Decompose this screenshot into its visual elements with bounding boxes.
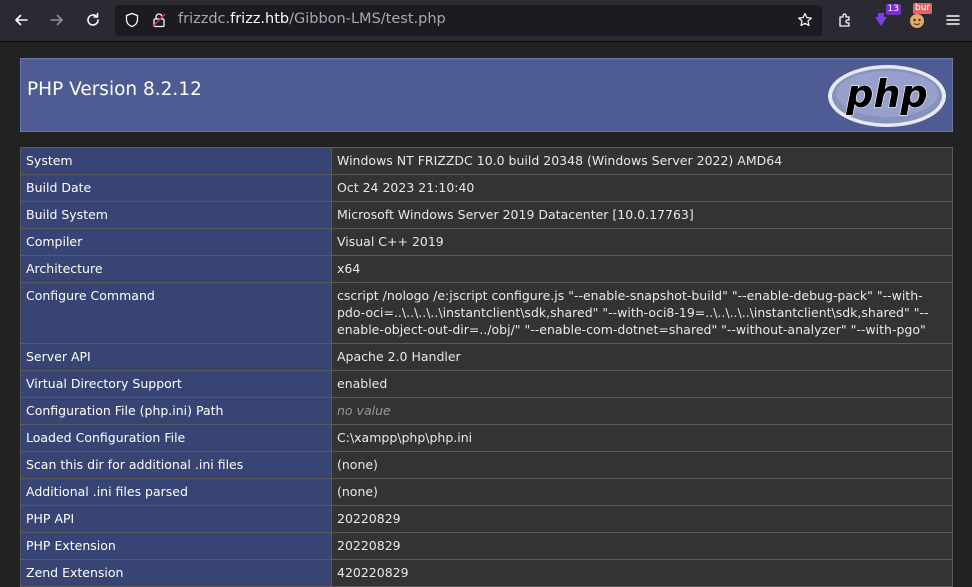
info-key: Additional .ini files parsed <box>20 478 332 506</box>
info-row: Virtual Directory Support enabled <box>20 370 953 398</box>
browser-toolbar: frizzdc.frizz.htb/Gibbon-LMS/test.php 13… <box>0 0 972 42</box>
info-value: Visual C++ 2019 <box>331 228 953 256</box>
info-value: enabled <box>331 370 953 398</box>
url-host-prefix: frizzdc. <box>178 11 231 27</box>
info-row: PHP Extension 20220829 <box>20 532 953 560</box>
info-key: Build System <box>20 201 332 229</box>
info-row: Scan this dir for additional .ini files(… <box>20 451 953 479</box>
shield-icon[interactable] <box>124 12 140 28</box>
forward-arrow-icon <box>50 14 63 26</box>
info-key: Server API <box>20 343 332 371</box>
info-key: Architecture <box>20 255 332 283</box>
info-key: Virtual Directory Support <box>20 370 332 398</box>
info-value: Microsoft Windows Server 2019 Datacenter… <box>331 201 953 229</box>
info-key: Zend Extension <box>20 559 332 587</box>
info-value: cscript /nologo /e:jscript configure.js … <box>331 282 953 344</box>
info-row: Additional .ini files parsed (none) <box>20 478 953 506</box>
url-host: frizz.htb <box>230 11 290 27</box>
extensions-button[interactable] <box>831 6 859 34</box>
forward-button[interactable] <box>43 6 71 34</box>
info-row: PHP API 20220829 <box>20 505 953 533</box>
info-row: Server API Apache 2.0 Handler <box>20 343 953 371</box>
php-version-title: PHP Version 8.2.12 <box>27 79 202 100</box>
extension-download-button[interactable]: 13 <box>867 4 901 34</box>
url-bar[interactable]: frizzdc.frizz.htb/Gibbon-LMS/test.php <box>115 5 822 36</box>
menu-button[interactable] <box>939 6 967 34</box>
info-row: System Windows NT FRIZZDC 10.0 build 2034… <box>20 147 953 175</box>
info-key: Compiler <box>20 228 332 256</box>
info-row: Loaded Configuration File C:\xampp\php\ph… <box>20 424 953 452</box>
php-version-header: PHP Version 8.2.12 php <box>20 58 953 132</box>
back-button[interactable] <box>7 6 35 34</box>
info-value: Apache 2.0 Handler <box>331 343 953 371</box>
hamburger-menu-icon <box>946 15 960 25</box>
reload-button[interactable] <box>79 6 107 34</box>
info-value: x64 <box>331 255 953 283</box>
burp-badge: bur <box>913 3 933 14</box>
info-row: Configuration File (php.ini) Path no valu… <box>20 397 953 425</box>
info-row: Compiler Visual C++ 2019 <box>20 228 953 256</box>
php-logo-text: php <box>845 72 927 116</box>
insecure-lock-icon[interactable] <box>151 12 167 28</box>
php-logo[interactable]: php <box>827 64 947 128</box>
bookmark-star-icon[interactable] <box>797 12 813 28</box>
puzzle-icon <box>839 13 850 27</box>
back-arrow-icon <box>15 14 28 26</box>
info-row: Architecture x64 <box>20 255 953 283</box>
info-key: Loaded Configuration File <box>20 424 332 452</box>
info-row: Build System Microsoft Windows Server 201… <box>20 201 953 229</box>
no-value-text: no value <box>337 403 391 418</box>
info-key: Configuration File (php.ini) Path <box>20 397 332 425</box>
info-key: PHP API <box>20 505 332 533</box>
info-value: no value <box>331 397 953 425</box>
info-key: Build Date <box>20 174 332 202</box>
info-key: PHP Extension <box>20 532 332 560</box>
info-value: (none) <box>331 451 953 479</box>
info-row: Build Date Oct 24 2023 21:10:40 <box>20 174 953 202</box>
info-row: Zend Extension 420220829 <box>20 559 953 587</box>
info-value: 20220829 <box>331 532 953 560</box>
info-key: Configure Command <box>20 282 332 344</box>
info-value: (none) <box>331 478 953 506</box>
info-value: 20220829 <box>331 505 953 533</box>
info-value: Oct 24 2023 21:10:40 <box>331 174 953 202</box>
info-value: Windows NT FRIZZDC 10.0 build 20348 (Win… <box>331 147 953 175</box>
extension-badge: 13 <box>885 4 901 15</box>
info-key: System <box>20 147 332 175</box>
info-key: Scan this dir for additional .ini files <box>20 451 332 479</box>
url-path: /Gibbon-LMS/test.php <box>289 11 446 27</box>
reload-icon <box>87 12 99 26</box>
info-row: Configure Command cscript /nologo /e:jscr… <box>20 282 953 344</box>
burp-extension-button[interactable]: bur <box>903 3 933 34</box>
php-info-table: System Windows NT FRIZZDC 10.0 build 2034… <box>20 147 953 587</box>
url-text[interactable]: frizzdc.frizz.htb/Gibbon-LMS/test.php <box>178 11 446 27</box>
info-value: C:\xampp\php\php.ini <box>331 424 953 452</box>
info-value: 420220829 <box>331 559 953 587</box>
